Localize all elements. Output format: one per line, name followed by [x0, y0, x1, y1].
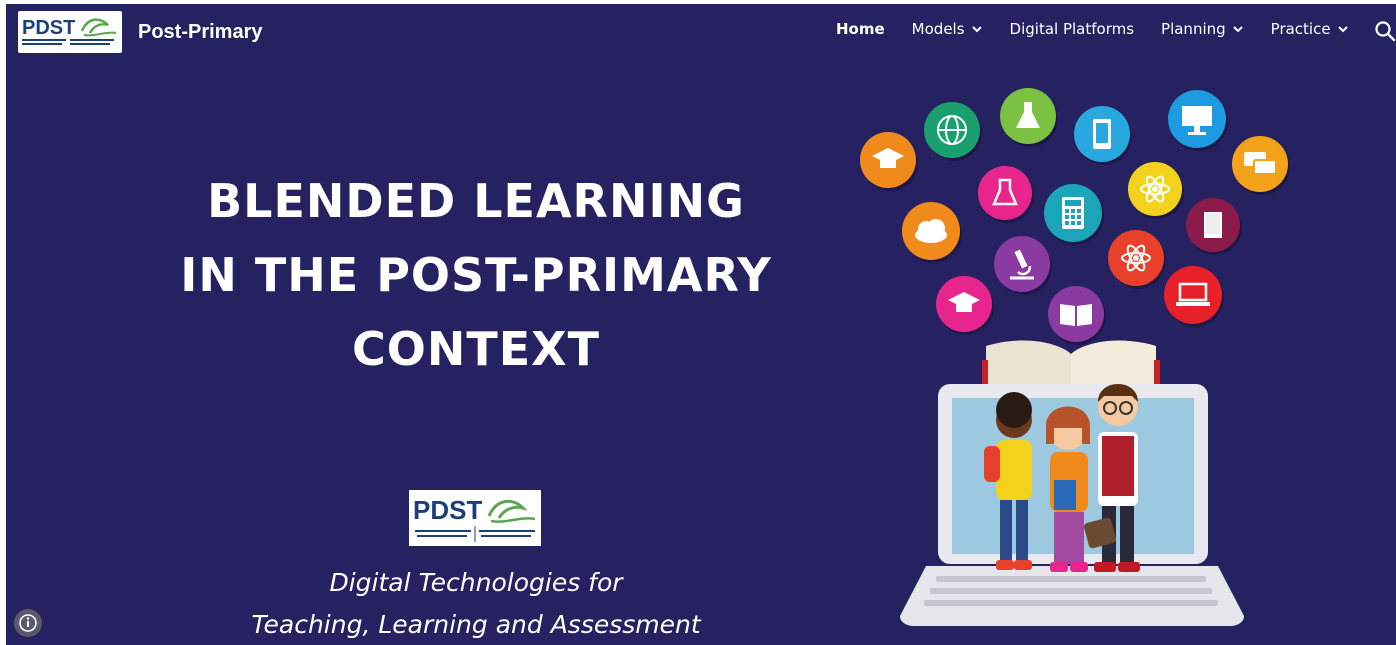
laptop-icon	[1164, 266, 1222, 324]
calculator-icon	[1044, 184, 1102, 242]
nav-home-label: Home	[836, 20, 885, 38]
nav-planning[interactable]: Planning	[1161, 20, 1244, 38]
chevron-down-icon	[1232, 26, 1243, 33]
nav-models[interactable]: Models	[912, 20, 983, 38]
pdst-logo[interactable]: PDST	[18, 11, 122, 53]
atom-icon	[1128, 162, 1182, 216]
nav-digital-platforms-label: Digital Platforms	[1009, 20, 1135, 38]
hero-headline: BLENDED LEARNING IN THE POST-PRIMARY CON…	[176, 164, 776, 386]
monitor-icon	[1168, 90, 1226, 148]
students-laptop-illustration	[900, 340, 1244, 626]
nav-practice-label: Practice	[1270, 20, 1331, 38]
headline-line-2: IN THE POST-PRIMARY	[180, 248, 772, 302]
svg-text:PDST: PDST	[22, 17, 75, 39]
book-icon	[1186, 198, 1240, 252]
search-icon[interactable]	[1374, 20, 1396, 42]
subtitle-line-1: Digital Technologies for	[329, 568, 623, 597]
chat-icon	[1232, 136, 1288, 192]
headline-line-1: BLENDED LEARNING	[207, 174, 745, 228]
svg-text:PDST: PDST	[413, 495, 482, 525]
main-nav: Home Models Digital Platforms Planning P…	[836, 20, 1376, 38]
subtitle-line-2: Teaching, Learning and Assessment	[251, 610, 701, 639]
hero-subtitle: Digital Technologies for Teaching, Learn…	[216, 562, 736, 645]
beaker-icon	[978, 166, 1032, 220]
hero-illustration	[846, 80, 1296, 640]
headline-line-3: CONTEXT	[351, 322, 600, 376]
microscope-icon	[994, 236, 1050, 292]
flask-icon	[1000, 88, 1056, 144]
pdst-logo-large: PDST	[409, 490, 541, 546]
nav-digital-platforms[interactable]: Digital Platforms	[1010, 20, 1135, 38]
cloud-icon	[902, 202, 960, 260]
nav-practice[interactable]: Practice	[1271, 20, 1349, 38]
globe-icon	[924, 102, 980, 158]
page-frame: PDST Post-Primary Home Models Digital Pl…	[6, 4, 1396, 645]
site-title[interactable]: Post-Primary	[138, 21, 263, 44]
graduation-cap-icon	[936, 276, 992, 332]
info-button[interactable]	[14, 609, 42, 637]
tablet-icon	[1074, 106, 1130, 162]
graduation-cap-icon	[860, 132, 916, 188]
nav-home[interactable]: Home	[836, 20, 885, 38]
chevron-down-icon	[971, 26, 982, 33]
info-icon	[19, 614, 37, 632]
nav-models-label: Models	[911, 20, 965, 38]
chevron-down-icon	[1337, 26, 1348, 33]
nav-planning-label: Planning	[1161, 20, 1226, 38]
site-header: PDST Post-Primary Home Models Digital Pl…	[6, 4, 1396, 62]
open-book-icon	[1048, 286, 1104, 342]
atom-icon	[1108, 230, 1164, 286]
